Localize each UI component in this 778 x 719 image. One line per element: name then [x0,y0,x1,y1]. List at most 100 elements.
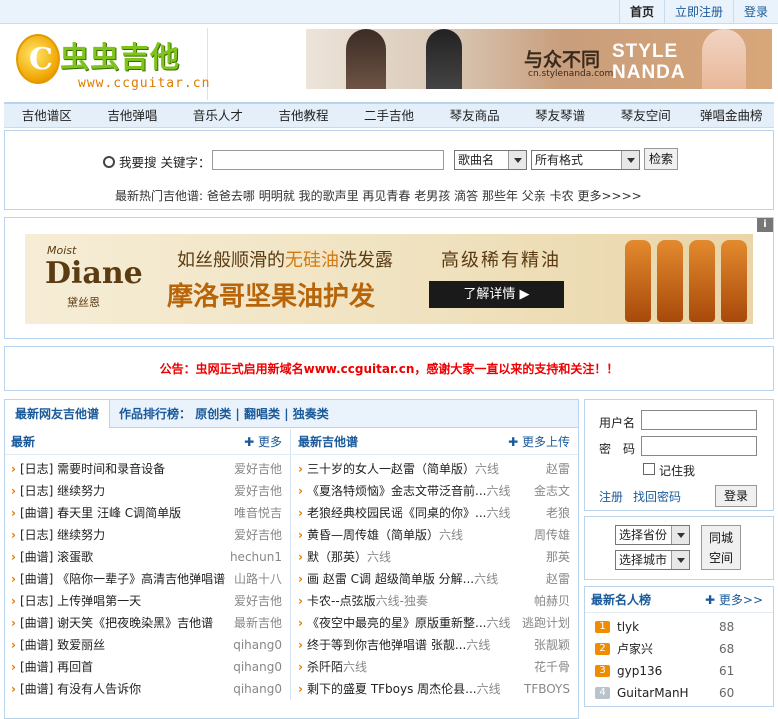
ad-subheadline: 高级稀有精油 [441,250,561,271]
list-item[interactable]: 《夏洛特烦恼》金志文带泛音前...六线金志文 [292,480,578,502]
city-select[interactable]: 选择城市 [615,550,690,570]
list-item[interactable]: [日志] 需要时间和录音设备爱好吉他 [5,458,290,480]
hot-link[interactable]: 那些年 [482,189,518,203]
remember-checkbox[interactable] [643,463,655,475]
chevron-down-icon [621,151,639,169]
model-image [426,29,462,89]
logo-title: 虫虫吉他 [60,40,181,74]
more-link[interactable]: ✚ 更多 [244,429,282,455]
nav-item[interactable]: 吉他教程 [261,104,347,127]
hot-link[interactable]: 老男孩 [414,189,450,203]
more-upload-link[interactable]: ✚ 更多上传 [508,429,570,455]
username-label: 用户名 [599,416,636,430]
list-item[interactable]: [曲谱] 春天里 汪峰 C调简单版唯音悦吉 [5,502,290,524]
model-image [346,29,386,89]
list-item[interactable]: 黄昏—周传雄（简单版）六线周传雄 [292,524,578,546]
login-button[interactable]: 登录 [715,485,757,507]
password-input[interactable] [641,436,757,456]
search-button[interactable]: 检索 [644,148,678,170]
list-item[interactable]: [曲谱] 致爱丽丝qihang0 [5,634,290,656]
list-item[interactable]: 老狼经典校园民谣《同桌的你》...六线老狼 [292,502,578,524]
register-link[interactable]: 立即注册 [663,0,733,24]
ad-info-icon[interactable]: i [757,218,773,232]
register-link[interactable]: 注册 [599,488,623,505]
list-item[interactable]: 卡农--点弦版六线-独奏帕赫贝 [292,590,578,612]
list-item[interactable]: 默（那英）六线那英 [292,546,578,568]
bottle-image [625,240,651,322]
top-links: 首页 立即注册 登录 [618,0,778,24]
home-link[interactable]: 首页 [618,0,664,24]
ad-content: Moist Diane 黛丝恩 如丝般顺滑的无硅油洗发露 高级稀有精油 摩洛哥坚… [25,234,753,324]
forgot-password-link[interactable]: 找回密码 [633,488,681,505]
search-input[interactable] [212,150,444,170]
nav-item[interactable]: 琴友商品 [432,104,518,127]
city-panel: 选择省份 选择城市 同城 空间 [584,516,774,580]
hot-link[interactable]: 爸爸去哪 [207,189,255,203]
tab-solo[interactable]: 独奏类 [293,407,329,421]
hot-link[interactable]: 卡农 [550,189,574,203]
nav-item[interactable]: 弹唱金曲榜 [689,104,775,127]
list-item[interactable]: [日志] 继续努力爱好吉他 [5,524,290,546]
site-logo[interactable]: C 虫虫吉他 www.ccguitar.cn [12,28,209,100]
nav-item[interactable]: 吉他弹唱 [90,104,176,127]
content-panel: 最新网友吉他谱 作品排行榜： 原创类 | 翻唱类 | 独奏类 最新 ✚ 更多 [… [4,399,579,719]
list-item[interactable]: [曲谱] 谢天笑《把夜晚染黑》吉他谱最新吉他 [5,612,290,634]
nav-item[interactable]: 音乐人才 [175,104,261,127]
list-item[interactable]: 画 赵雷 C调 超级简单版 分解...六线赵雷 [292,568,578,590]
rank-badge: 2 [595,643,610,655]
list-item[interactable]: [曲谱] 《陪你一辈子》高清吉他弹唱谱山路十八 [5,568,290,590]
model-image [702,29,746,89]
bottle-image [657,240,683,322]
nav-item[interactable]: 二手吉他 [346,104,432,127]
hot-link[interactable]: 滴答 [454,189,478,203]
username-input[interactable] [641,410,757,430]
rank-item[interactable]: 3 gyp136 61 [585,660,773,682]
rank-badge: 3 [595,665,610,677]
province-select[interactable]: 选择省份 [615,525,690,545]
list-item[interactable]: 三十岁的女人一赵雷（简单版）六线赵雷 [292,458,578,480]
rank-more-link[interactable]: ✚ 更多>> [705,587,763,613]
list-item[interactable]: [日志] 继续努力爱好吉他 [5,480,290,502]
list-item[interactable]: 终于等到你吉他弹唱谱 张靓...六线张靓颖 [292,634,578,656]
ad-site: cn.stylenanda.com [528,69,614,79]
list-item[interactable]: 杀阡陌六线花千骨 [292,656,578,678]
tab-cover[interactable]: 翻唱类 [244,407,280,421]
nav-item[interactable]: 琴友琴谱 [517,104,603,127]
top-banner-ad[interactable]: 与众不同 cn.stylenanda.com STYLE NANDA [306,29,772,89]
hot-label: 最新热门吉他谱: [115,189,204,203]
list-item[interactable]: [曲谱] 有没有人告诉你qihang0 [5,678,290,700]
hot-link[interactable]: 再见青春 [362,189,410,203]
tab-latest-tabs[interactable]: 最新网友吉他谱 [5,400,111,428]
nav-item[interactable]: 琴友空间 [603,104,689,127]
hot-tabs: 最新热门吉他谱: 爸爸去哪 明明就 我的歌声里 再见青春 老男孩 滴答 那些年 … [115,187,642,204]
city-space-button[interactable]: 同城 空间 [701,525,741,570]
latest-header: 最新 ✚ 更多 [5,429,290,455]
list-item[interactable]: [曲谱] 滚蛋歌hechun1 [5,546,290,568]
rank-item[interactable]: 4 GuitarManH 60 [585,682,773,704]
list-item[interactable]: [日志] 上传弹唱第一天爱好吉他 [5,590,290,612]
list-item[interactable]: 剩下的盛夏 TFboys 周杰伦县...六线TFBOYS [292,678,578,700]
nav-item[interactable]: 吉他谱区 [4,104,90,127]
hot-more-link[interactable]: 更多>>>> [577,189,641,203]
latest-list: 最新 ✚ 更多 [日志] 需要时间和录音设备爱好吉他 [日志] 继续努力爱好吉他… [5,429,291,700]
login-panel: 用户名 密 码 记住我 注册 找回密码 登录 [584,399,774,511]
ad-detail-button[interactable]: 了解详情 ▶ [429,281,564,308]
rank-item[interactable]: 1 tlyk 88 [585,616,773,638]
list-item[interactable]: 《夜空中最亮的星》原版重新整...六线逃跑计划 [292,612,578,634]
ad-slogan: 与众不同 [524,49,601,71]
rank-item[interactable]: 2 卢家兴 68 [585,638,773,660]
search-format-select[interactable]: 所有格式 [531,150,640,170]
top-bar: 首页 立即注册 登录 [0,0,778,24]
hot-link[interactable]: 我的歌声里 [299,189,359,203]
search-type-select[interactable]: 歌曲名 [454,150,527,170]
search-label: 我要搜 关键字： [103,152,210,171]
middle-banner-ad[interactable]: Moist Diane 黛丝恩 如丝般顺滑的无硅油洗发露 高级稀有精油 摩洛哥坚… [4,217,774,339]
tab-original[interactable]: 原创类 [195,407,231,421]
rank-badge: 1 [595,621,610,633]
list-item[interactable]: [曲谱] 再回首qihang0 [5,656,290,678]
bottle-image [721,240,747,322]
login-link[interactable]: 登录 [732,0,778,24]
hot-link[interactable]: 父亲 [522,189,546,203]
hot-link[interactable]: 明明就 [259,189,295,203]
chevron-down-icon [508,151,526,169]
